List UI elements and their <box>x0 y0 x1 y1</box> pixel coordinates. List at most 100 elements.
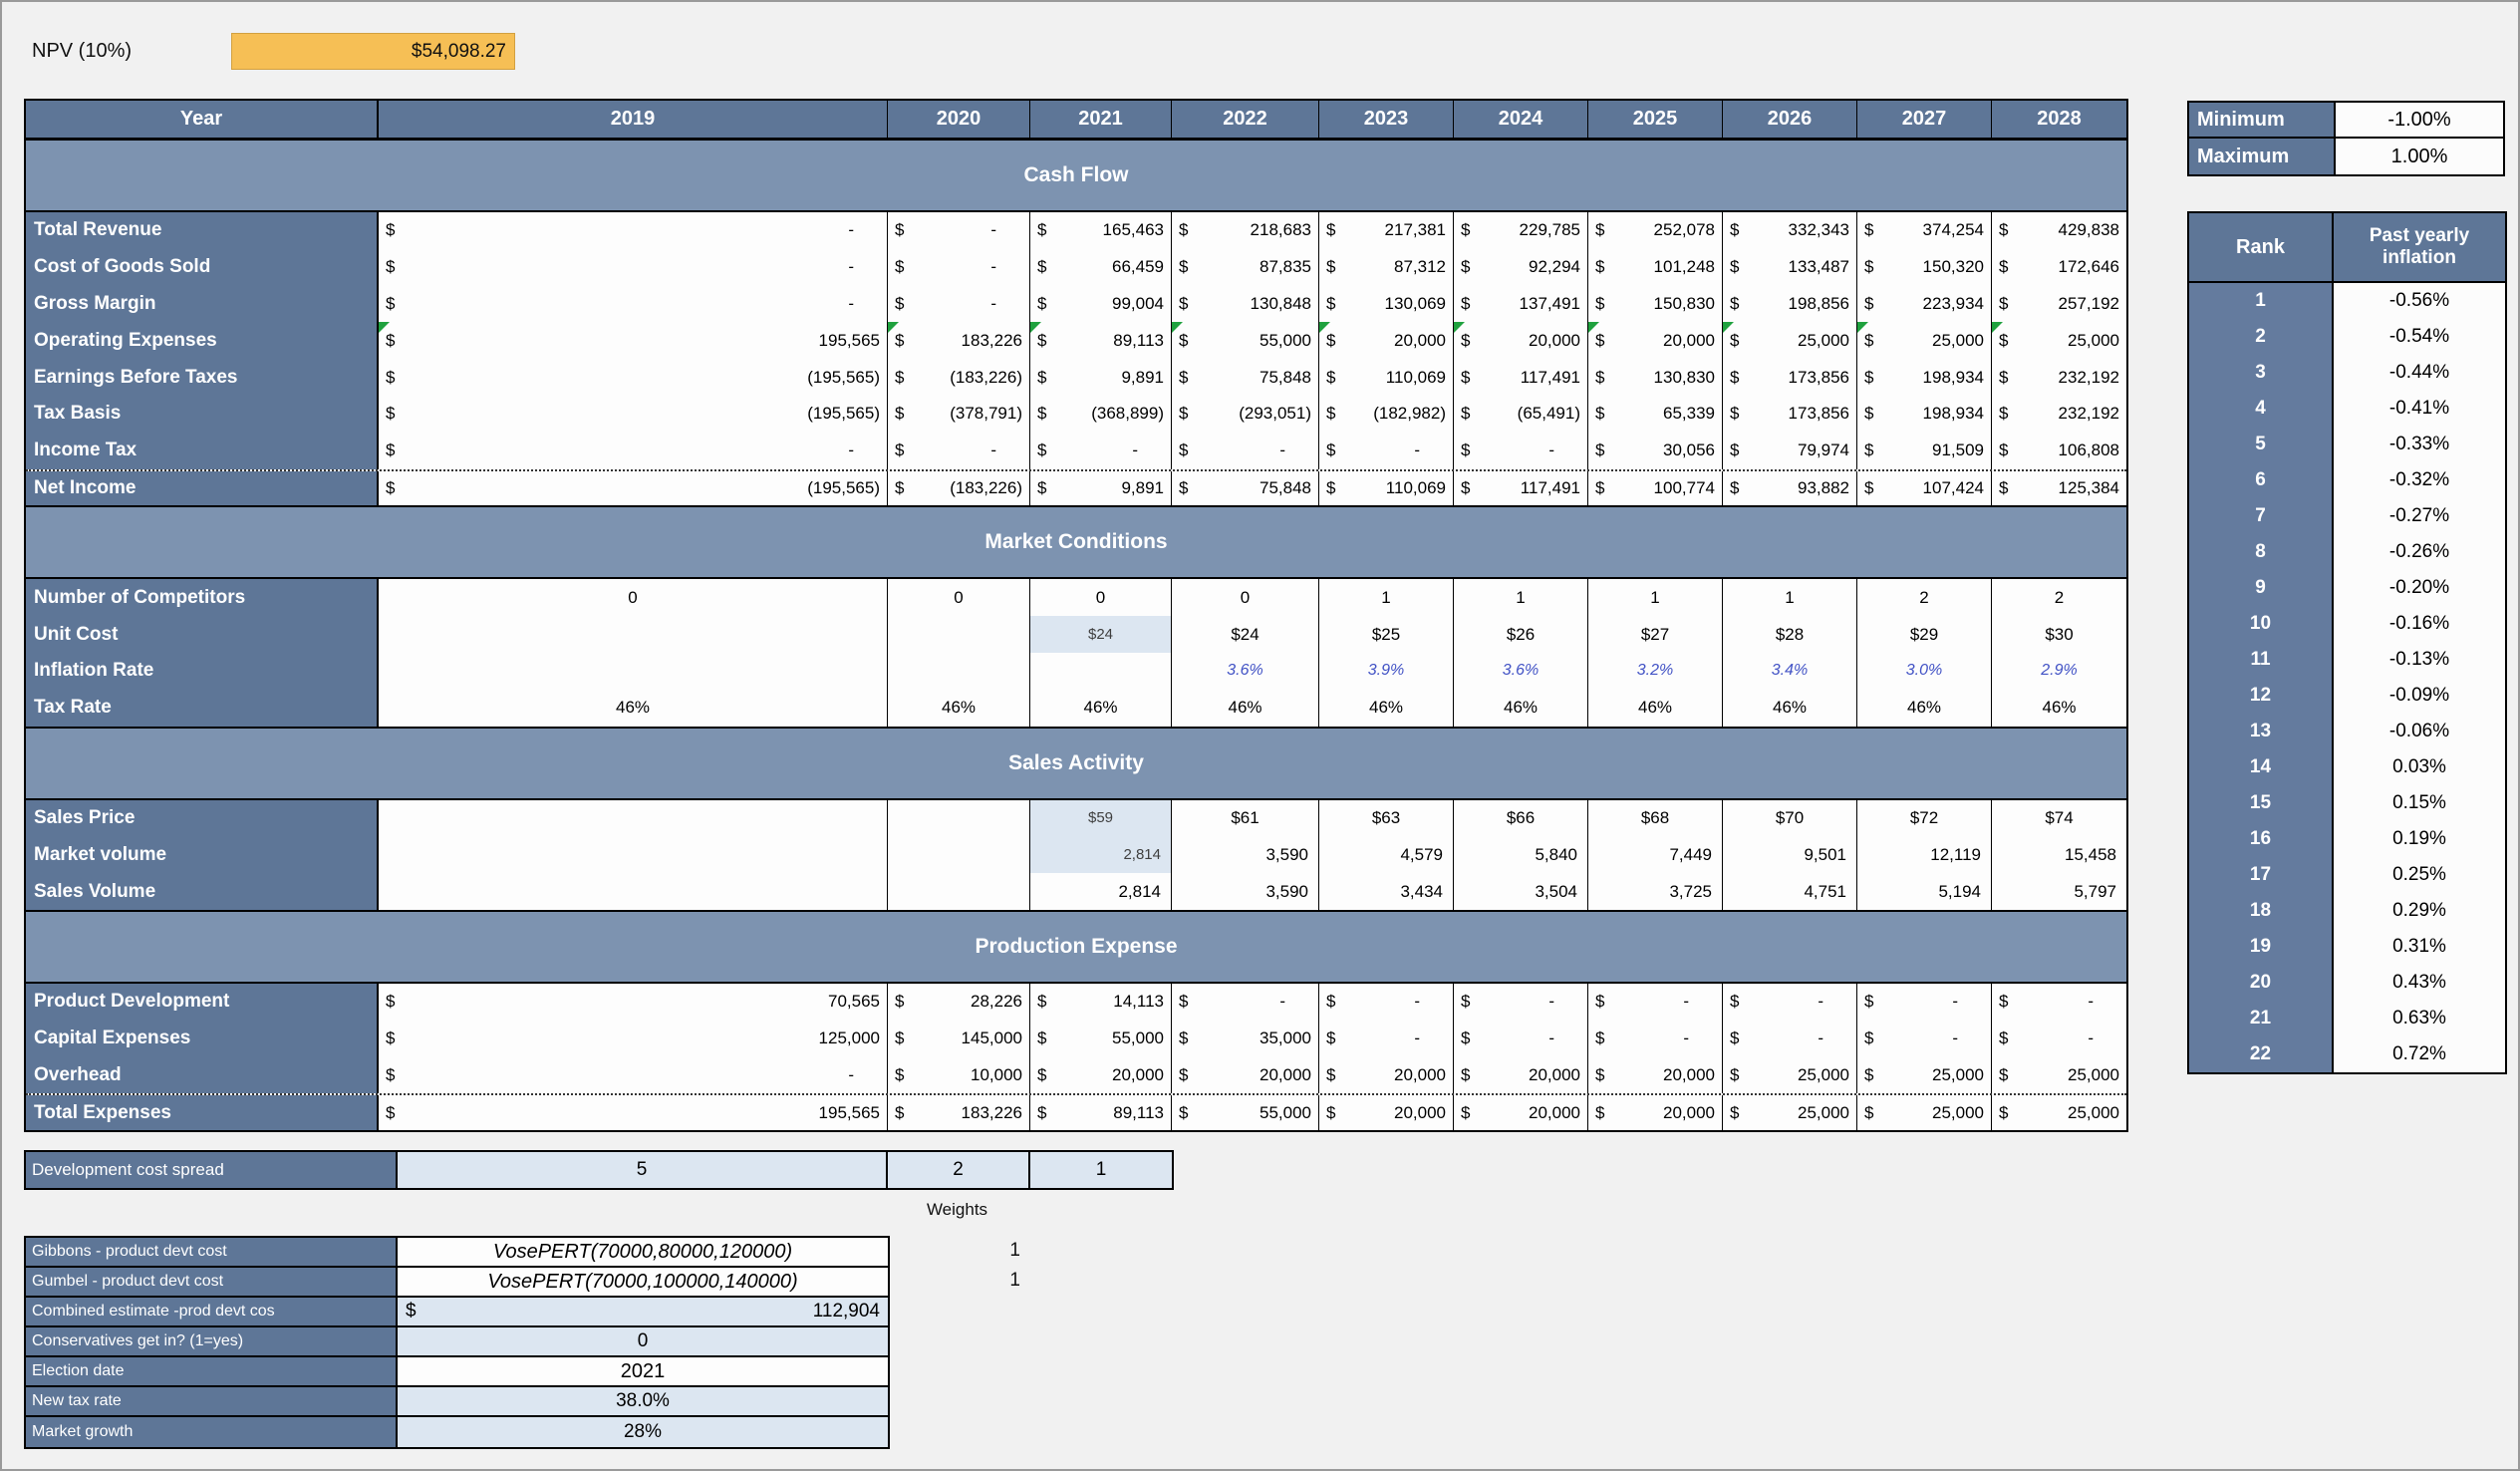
inflation-value[interactable]: 0.03% <box>2334 749 2505 785</box>
data-cell[interactable]: $99,004 <box>1030 286 1172 323</box>
data-cell[interactable] <box>888 836 1030 873</box>
data-cell[interactable]: 3,504 <box>1454 873 1588 910</box>
data-cell[interactable]: 2.9% <box>1992 653 2126 690</box>
inflation-value[interactable]: 0.25% <box>2334 857 2505 893</box>
input-value-cell[interactable]: 38.0% <box>398 1387 888 1415</box>
data-cell[interactable]: $66 <box>1454 800 1588 837</box>
inflation-value[interactable]: 0.63% <box>2334 1001 2505 1036</box>
data-cell[interactable] <box>1030 653 1172 690</box>
data-cell[interactable]: $- <box>1454 433 1588 469</box>
inflation-value[interactable]: -0.41% <box>2334 391 2505 427</box>
data-cell[interactable]: $9,891 <box>1030 359 1172 396</box>
data-cell[interactable] <box>888 873 1030 910</box>
data-cell[interactable]: $(183,226) <box>888 359 1030 396</box>
data-cell[interactable]: 15,458 <box>1992 836 2126 873</box>
data-cell[interactable]: $26 <box>1454 616 1588 653</box>
data-cell[interactable]: $10,000 <box>888 1057 1030 1094</box>
data-cell[interactable]: 3.6% <box>1454 653 1588 690</box>
data-cell[interactable]: $93,882 <box>1723 471 1857 506</box>
data-cell[interactable]: $89,113 <box>1030 1095 1172 1130</box>
data-cell[interactable]: 3,434 <box>1319 873 1454 910</box>
data-cell[interactable]: $20,000 <box>1319 1095 1454 1130</box>
data-cell[interactable]: $374,254 <box>1857 212 1992 249</box>
data-cell[interactable]: $173,856 <box>1723 359 1857 396</box>
data-cell[interactable]: $- <box>379 433 888 469</box>
data-cell[interactable]: $28,226 <box>888 984 1030 1021</box>
data-cell[interactable]: 46% <box>1030 690 1172 727</box>
inflation-value[interactable]: -0.33% <box>2334 427 2505 462</box>
data-cell[interactable]: $35,000 <box>1172 1021 1319 1057</box>
data-cell[interactable]: 0 <box>1172 579 1319 616</box>
data-cell[interactable] <box>379 800 888 837</box>
data-cell[interactable]: 1 <box>1454 579 1588 616</box>
data-cell[interactable]: $- <box>1723 1021 1857 1057</box>
data-cell[interactable]: 46% <box>1857 690 1992 727</box>
data-cell[interactable]: 5,840 <box>1454 836 1588 873</box>
data-cell[interactable]: $130,848 <box>1172 286 1319 323</box>
dev-spread-value[interactable]: 1 <box>1030 1152 1172 1188</box>
npv-value-cell[interactable]: $54,098.27 <box>231 33 515 70</box>
data-cell[interactable]: $74 <box>1992 800 2126 837</box>
input-value-cell[interactable]: VosePERT(70000,80000,120000) <box>398 1238 888 1266</box>
data-cell[interactable]: $172,646 <box>1992 249 2126 286</box>
data-cell[interactable]: $- <box>1172 433 1319 469</box>
data-cell[interactable]: 4,751 <box>1723 873 1857 910</box>
data-cell[interactable]: $165,463 <box>1030 212 1172 249</box>
data-cell[interactable]: $66,459 <box>1030 249 1172 286</box>
data-cell[interactable]: $257,192 <box>1992 286 2126 323</box>
data-cell[interactable]: $- <box>888 286 1030 323</box>
data-cell[interactable]: $110,069 <box>1319 359 1454 396</box>
inflation-value[interactable]: -0.27% <box>2334 498 2505 534</box>
inflation-value[interactable]: -0.26% <box>2334 534 2505 570</box>
input-value-cell[interactable]: 28% <box>398 1417 888 1447</box>
data-cell[interactable]: 12,119 <box>1857 836 1992 873</box>
data-cell[interactable]: $27 <box>1588 616 1723 653</box>
data-cell[interactable]: 1 <box>1319 579 1454 616</box>
input-value-cell[interactable]: $112,904 <box>398 1298 888 1325</box>
data-cell[interactable]: $61 <box>1172 800 1319 837</box>
data-cell[interactable]: $25,000 <box>1723 1057 1857 1094</box>
data-cell[interactable] <box>379 873 888 910</box>
data-cell[interactable]: $117,491 <box>1454 359 1588 396</box>
data-cell[interactable]: $29 <box>1857 616 1992 653</box>
data-cell[interactable]: $- <box>1992 1021 2126 1057</box>
weight-value[interactable]: 1 <box>886 1236 1028 1266</box>
data-cell[interactable]: $- <box>379 1057 888 1094</box>
data-cell[interactable] <box>888 616 1030 653</box>
data-cell[interactable]: $- <box>1319 1021 1454 1057</box>
data-cell[interactable]: $- <box>1723 984 1857 1021</box>
data-cell[interactable]: 0 <box>379 579 888 616</box>
data-cell[interactable]: $- <box>379 249 888 286</box>
data-cell[interactable]: 2 <box>1992 579 2126 616</box>
data-cell[interactable]: $217,381 <box>1319 212 1454 249</box>
dev-spread-value[interactable]: 5 <box>398 1152 888 1188</box>
data-cell[interactable]: $150,830 <box>1588 286 1723 323</box>
data-cell[interactable]: $20,000 <box>1454 1057 1588 1094</box>
data-cell[interactable]: 46% <box>1172 690 1319 727</box>
inflation-value[interactable]: -0.16% <box>2334 606 2505 642</box>
inflation-value[interactable]: 0.43% <box>2334 965 2505 1001</box>
minmax-value[interactable]: -1.00% <box>2336 103 2503 137</box>
data-cell[interactable]: 46% <box>1723 690 1857 727</box>
data-cell[interactable]: $130,069 <box>1319 286 1454 323</box>
weight-value[interactable]: 1 <box>886 1266 1028 1296</box>
input-value-cell[interactable]: 2021 <box>398 1357 888 1385</box>
data-cell[interactable]: $87,835 <box>1172 249 1319 286</box>
data-cell[interactable]: $20,000 <box>1588 1057 1723 1094</box>
data-cell[interactable]: $133,487 <box>1723 249 1857 286</box>
data-cell[interactable]: $(182,982) <box>1319 396 1454 433</box>
inflation-value[interactable]: -0.32% <box>2334 462 2505 498</box>
data-cell[interactable]: $(65,491) <box>1454 396 1588 433</box>
data-cell[interactable]: $72 <box>1857 800 1992 837</box>
data-cell[interactable]: $14,113 <box>1030 984 1172 1021</box>
data-cell[interactable]: $20,000 <box>1454 322 1588 359</box>
data-cell[interactable]: $68 <box>1588 800 1723 837</box>
inflation-value[interactable]: -0.56% <box>2334 283 2505 319</box>
data-cell[interactable]: 0 <box>888 579 1030 616</box>
data-cell[interactable]: $107,424 <box>1857 471 1992 506</box>
data-cell[interactable] <box>379 836 888 873</box>
data-cell[interactable]: $59 <box>1030 800 1172 837</box>
data-cell[interactable]: $63 <box>1319 800 1454 837</box>
data-cell[interactable] <box>379 653 888 690</box>
data-cell[interactable]: $25 <box>1319 616 1454 653</box>
